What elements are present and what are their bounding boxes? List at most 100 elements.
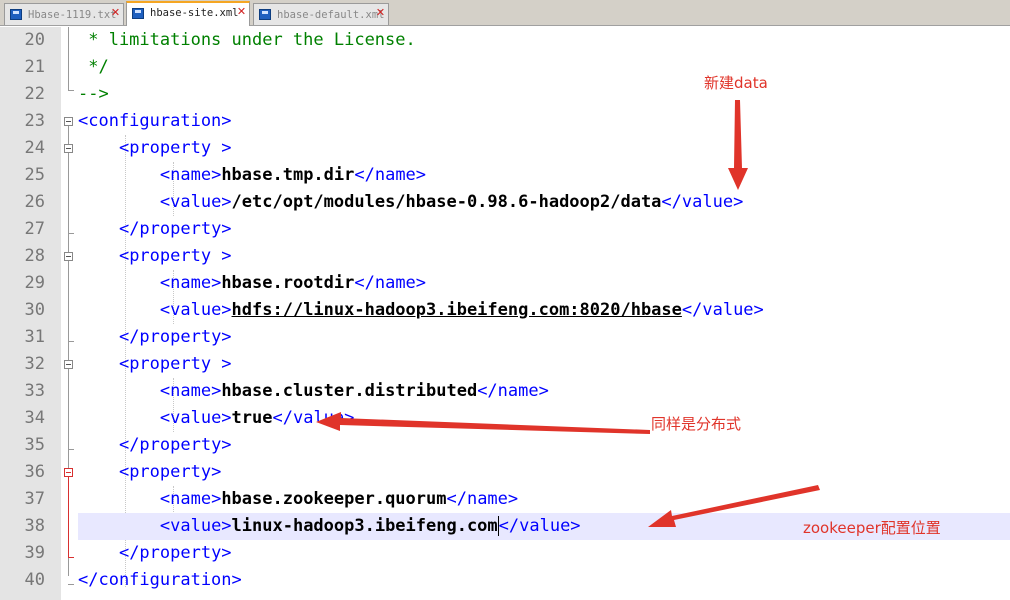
value-close-tag: </value> — [272, 408, 355, 428]
code-line: * limitations under the License. — [78, 27, 1010, 54]
value-open-tag: <value> — [159, 408, 232, 428]
close-icon[interactable]: ✕ — [375, 7, 386, 18]
zookeeper-annotation: zookeeper配置位置 — [803, 519, 941, 537]
configuration-close-tag: </configuration> — [78, 570, 242, 590]
code-line: </property> — [78, 432, 1010, 459]
fold-toggle-icon[interactable] — [64, 117, 73, 126]
property-open-tag: <property > — [118, 246, 232, 266]
value-close-tag: </value> — [498, 516, 581, 536]
value-close-tag: </value> — [661, 192, 744, 212]
data-annotation: 新建data — [704, 74, 768, 92]
name-open-tag: <name> — [159, 165, 222, 185]
code-line: </property> — [78, 324, 1010, 351]
fold-guide-end — [68, 557, 74, 558]
line-number: 24 — [24, 138, 45, 158]
code-line: </configuration> — [78, 567, 1010, 594]
code-line: <property > — [78, 243, 1010, 270]
fold-guide-end — [68, 233, 74, 234]
property-close-tag: </property> — [118, 543, 232, 563]
property-open-tag: <property > — [118, 354, 232, 374]
line-number: 40 — [24, 570, 45, 590]
property-value: true — [231, 408, 273, 428]
fold-guide-end — [68, 90, 74, 91]
code-line: <property> — [78, 459, 1010, 486]
line-number-gutter: 20 21 22 23 24 25 26 27 28 29 30 31 32 3… — [0, 27, 61, 600]
line-number: 26 — [24, 192, 45, 212]
comment-text: */ — [78, 57, 109, 77]
fold-toggle-icon[interactable] — [64, 144, 73, 153]
fold-guide-end — [68, 584, 74, 585]
code-line: <name>hbase.tmp.dir</name> — [78, 162, 1010, 189]
fold-guide-end — [68, 341, 74, 342]
comment-text: * limitations under the License. — [78, 30, 416, 50]
fold-toggle-icon[interactable] — [64, 252, 73, 261]
line-number: 32 — [24, 354, 45, 374]
code-line: <value>true</value> — [78, 405, 1010, 432]
tab-hbase-1119-txt[interactable]: Hbase-1119.txt ✕ — [4, 3, 124, 25]
code-line: --> — [78, 81, 1010, 108]
code-line: </property> — [78, 540, 1010, 567]
value-open-tag: <value> — [159, 192, 232, 212]
file-icon — [10, 9, 22, 20]
line-number: 21 — [24, 57, 45, 77]
fold-toggle-icon[interactable] — [64, 360, 73, 369]
line-number: 28 — [24, 246, 45, 266]
code-line: <name>hbase.zookeeper.quorum</name> — [78, 486, 1010, 513]
line-number: 27 — [24, 219, 45, 239]
code-line: <property > — [78, 135, 1010, 162]
line-number: 20 — [24, 30, 45, 50]
hdfs-link[interactable]: hdfs://linux-hadoop3.ibeifeng.com:8020/h… — [232, 300, 682, 320]
property-name: hbase.tmp.dir — [221, 165, 355, 185]
file-icon — [132, 8, 144, 19]
property-value: /etc/opt/modules/hbase-0.98.6-hadoop2/da… — [231, 192, 662, 212]
code-line: </property> — [78, 216, 1010, 243]
property-name: hbase.zookeeper.quorum — [221, 489, 447, 509]
code-line: <property > — [78, 351, 1010, 378]
comment-text: --> — [78, 84, 109, 104]
code-editor[interactable]: * limitations under the License. */ --> … — [78, 27, 1010, 600]
file-icon — [259, 9, 271, 20]
fold-guide — [68, 27, 69, 90]
name-close-tag: </name> — [477, 381, 549, 401]
code-line: <value>hdfs://linux-hadoop3.ibeifeng.com… — [78, 297, 1010, 324]
code-line: */ — [78, 54, 1010, 81]
close-icon[interactable]: ✕ — [110, 7, 121, 18]
code-line: <name>hbase.rootdir</name> — [78, 270, 1010, 297]
close-icon[interactable]: ✕ — [236, 6, 247, 17]
line-number: 30 — [24, 300, 45, 320]
line-number: 37 — [24, 489, 45, 509]
code-line: <value>/etc/opt/modules/hbase-0.98.6-had… — [78, 189, 1010, 216]
tab-label: Hbase-1119.txt — [28, 9, 117, 21]
tab-hbase-site-xml[interactable]: hbase-site.xml ✕ — [126, 1, 250, 26]
name-close-tag: </name> — [354, 165, 427, 185]
line-number: 34 — [24, 408, 45, 428]
tab-label: hbase-site.xml — [150, 7, 239, 19]
name-close-tag: </name> — [446, 489, 519, 509]
name-open-tag: <name> — [159, 381, 222, 401]
line-number: 23 — [24, 111, 45, 131]
property-close-tag: </property> — [118, 219, 232, 239]
property-value: linux-hadoop3.ibeifeng.com — [231, 516, 498, 536]
property-name: hbase.cluster.distributed — [221, 381, 478, 401]
code-line: <configuration> — [78, 108, 1010, 135]
line-number: 22 — [24, 84, 45, 104]
configuration-open-tag: <configuration> — [78, 111, 232, 131]
value-open-tag: <value> — [159, 300, 232, 320]
line-number: 35 — [24, 435, 45, 455]
code-line: <name>hbase.cluster.distributed</name> — [78, 378, 1010, 405]
line-number: 33 — [24, 381, 45, 401]
tab-label: hbase-default.xml — [277, 9, 385, 21]
line-number: 31 — [24, 327, 45, 347]
name-open-tag: <name> — [159, 273, 222, 293]
line-number: 25 — [24, 165, 45, 185]
value-open-tag: <value> — [159, 516, 232, 536]
tab-hbase-default-xml[interactable]: hbase-default.xml ✕ — [253, 3, 389, 25]
distributed-annotation: 同样是分布式 — [651, 415, 742, 433]
fold-toggle-icon[interactable] — [64, 468, 73, 477]
property-name: hbase.rootdir — [221, 273, 355, 293]
value-close-tag: </value> — [681, 300, 764, 320]
fold-guide-end — [68, 449, 74, 450]
property-open-tag: <property > — [118, 138, 232, 158]
fold-guide-active — [68, 477, 69, 557]
property-close-tag: </property> — [118, 435, 232, 455]
